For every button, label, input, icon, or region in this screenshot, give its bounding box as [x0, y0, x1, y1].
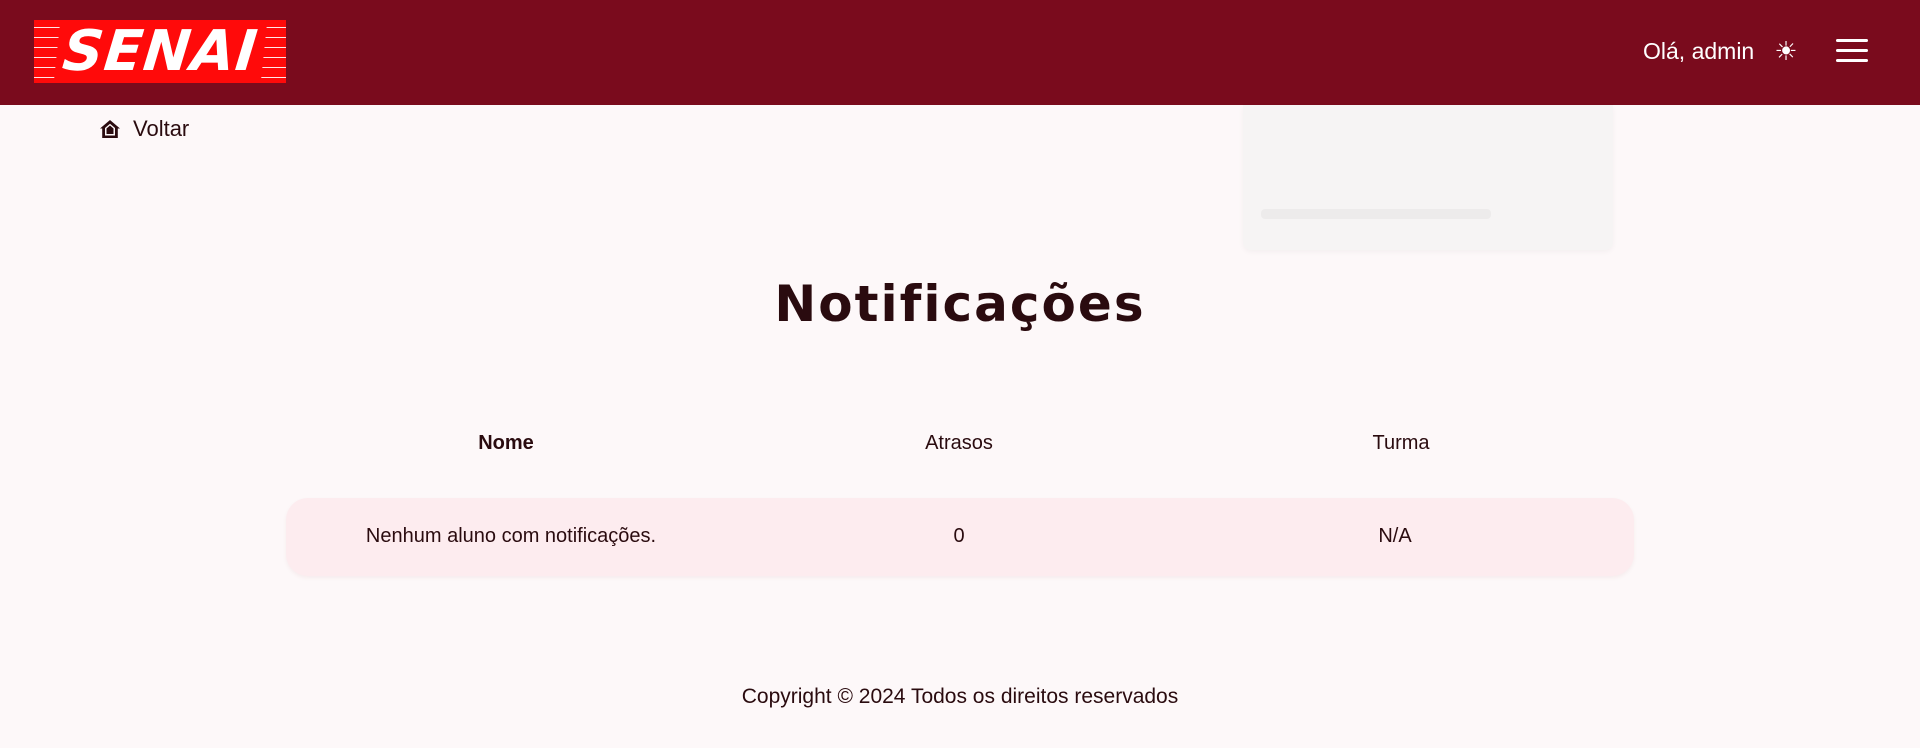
column-header-nome: Nome: [478, 432, 534, 454]
table-header: Nome Atrasos Turma: [286, 432, 1634, 462]
top-navbar: SENAI Olá, admin ☀: [0, 0, 1920, 105]
back-link-label: Voltar: [133, 116, 190, 141]
logo-text: SENAI: [53, 20, 267, 83]
senai-logo[interactable]: SENAI: [34, 20, 286, 83]
back-link[interactable]: Voltar: [98, 114, 189, 144]
column-header-atrasos: Atrasos: [925, 432, 993, 454]
footer-copyright: Copyright © 2024 Todos os direitos reser…: [741, 685, 1179, 708]
hamburger-menu-icon[interactable]: [1836, 37, 1868, 63]
column-header-turma: Turma: [1372, 432, 1430, 454]
sun-icon[interactable]: ☀: [1772, 37, 1800, 65]
dropdown-panel: [1243, 105, 1613, 250]
cell-nome: Nenhum aluno com notificações.: [365, 525, 657, 547]
page-title: Notificações: [774, 275, 1146, 333]
table-row: Nenhum aluno com notificações. 0 N/A: [286, 498, 1634, 576]
cell-turma: N/A: [1378, 525, 1412, 547]
home-icon: [100, 120, 120, 138]
cell-atrasos: 0: [953, 525, 965, 547]
user-greeting: Olá, admin: [1643, 38, 1755, 64]
